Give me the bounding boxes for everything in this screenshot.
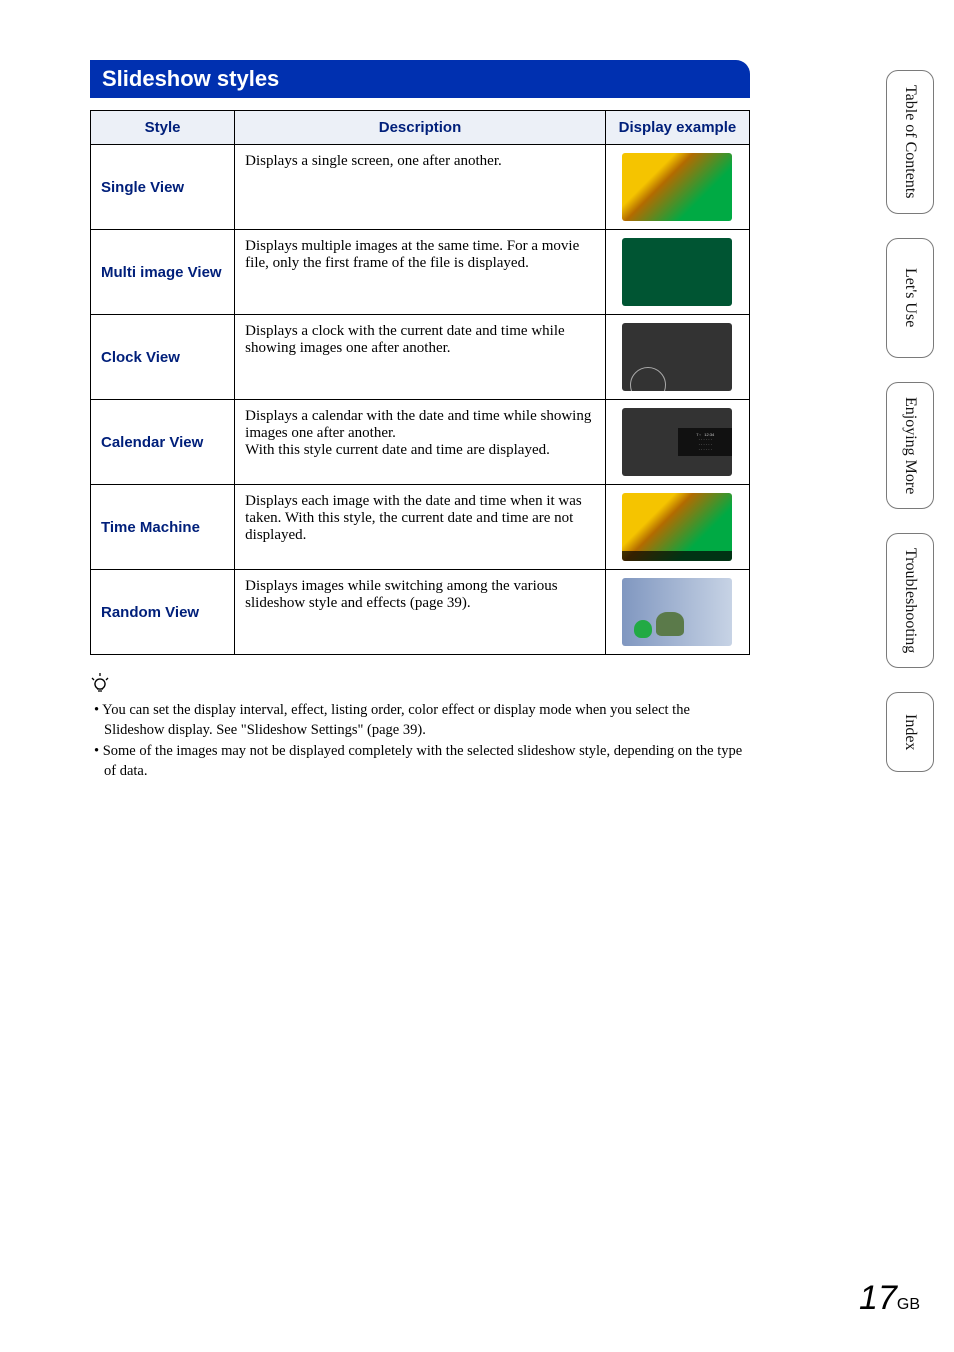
display-example (605, 570, 749, 655)
tip-bulb-icon (90, 673, 750, 699)
display-example (605, 485, 749, 570)
main-content: Slideshow styles Style Description Displ… (90, 60, 750, 783)
display-example (605, 230, 749, 315)
thumbnail-calendar-view-icon: 7 ▫ 12:34· · · · · ·· · · · · ·· · · · ·… (622, 408, 732, 476)
table-row: Single View Displays a single screen, on… (91, 145, 750, 230)
display-example (605, 315, 749, 400)
style-name: Random View (91, 570, 235, 655)
style-name: Multi image View (91, 230, 235, 315)
style-description: Displays each image with the date and ti… (235, 485, 606, 570)
table-row: Time Machine Displays each image with th… (91, 485, 750, 570)
tab-lets-use[interactable]: Let's Use (886, 238, 934, 358)
thumbnail-multi-view-icon (622, 238, 732, 306)
page-number: 17GB (859, 1279, 920, 1318)
tab-label: Enjoying More (901, 397, 919, 494)
table-row: Calendar View Displays a calendar with t… (91, 400, 750, 485)
display-example: 7 ▫ 12:34· · · · · ·· · · · · ·· · · · ·… (605, 400, 749, 485)
style-description: Displays a clock with the current date a… (235, 315, 606, 400)
thumbnail-clock-view-icon (622, 323, 732, 391)
style-name: Clock View (91, 315, 235, 400)
tip-item: You can set the display interval, effect… (94, 701, 750, 740)
col-description: Description (235, 111, 606, 145)
tip-item: Some of the images may not be displayed … (94, 742, 750, 781)
style-description: Displays a single screen, one after anot… (235, 145, 606, 230)
slideshow-styles-table: Style Description Display example Single… (90, 110, 750, 655)
tab-label: Index (901, 714, 919, 750)
style-description: Displays multiple images at the same tim… (235, 230, 606, 315)
tab-label: Let's Use (901, 268, 919, 327)
style-description: Displays images while switching among th… (235, 570, 606, 655)
table-header-row: Style Description Display example (91, 111, 750, 145)
style-name: Time Machine (91, 485, 235, 570)
table-row: Multi image View Displays multiple image… (91, 230, 750, 315)
sidebar-tabs: Table of Contents Let's Use Enjoying Mor… (886, 70, 934, 772)
col-style: Style (91, 111, 235, 145)
style-description: Displays a calendar with the date and ti… (235, 400, 606, 485)
tips-list: You can set the display interval, effect… (90, 701, 750, 781)
table-row: Random View Displays images while switch… (91, 570, 750, 655)
col-example: Display example (605, 111, 749, 145)
tab-label: Troubleshooting (901, 548, 919, 653)
page-number-value: 17 (859, 1279, 897, 1317)
thumbnail-single-view-icon (622, 153, 732, 221)
tab-table-of-contents[interactable]: Table of Contents (886, 70, 934, 214)
thumbnail-random-view-icon (622, 578, 732, 646)
tab-label: Table of Contents (901, 85, 919, 199)
display-example (605, 145, 749, 230)
tab-index[interactable]: Index (886, 692, 934, 772)
tab-enjoying-more[interactable]: Enjoying More (886, 382, 934, 509)
thumbnail-time-machine-icon (622, 493, 732, 561)
page-number-suffix: GB (897, 1296, 920, 1313)
style-name: Calendar View (91, 400, 235, 485)
tips-section: You can set the display interval, effect… (90, 673, 750, 781)
style-name: Single View (91, 145, 235, 230)
section-title: Slideshow styles (90, 60, 750, 98)
tab-troubleshooting[interactable]: Troubleshooting (886, 533, 934, 668)
table-row: Clock View Displays a clock with the cur… (91, 315, 750, 400)
